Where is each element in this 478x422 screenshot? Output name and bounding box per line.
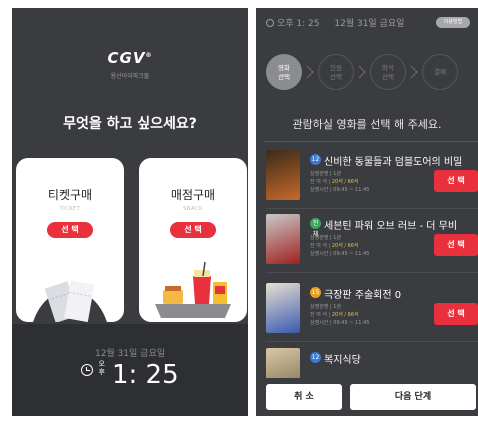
clock-icon <box>81 364 94 376</box>
movie-row[interactable]: 전체 세븐틴 파워 오브 러브 - 더 무비상영관명 | 1관 잔 여 석 | 20… <box>266 214 478 274</box>
age-rating-badge: 12 <box>310 352 321 363</box>
card-subtitle: TICKET <box>59 206 81 212</box>
snack-tray-icon <box>155 261 231 318</box>
ticket-select-button[interactable]: 선 택 <box>47 222 93 238</box>
age-rating-badge: 전체 <box>310 218 321 238</box>
movie-row[interactable]: 12 신비한 동물들과 덤블도어의 비밀상영관명 | 1관 잔 여 석 | 20석 … <box>266 150 478 210</box>
status-date: 12월 31일 금요일 <box>334 19 405 29</box>
movie-poster <box>266 150 300 200</box>
divider <box>266 208 478 209</box>
chevron-right-icon <box>306 65 314 79</box>
status-bar: 오후 1: 25 12월 31일 금요일 이용방법 <box>266 16 470 30</box>
theater-name: 용산아이파크몰 <box>110 73 150 80</box>
ticket-illustration-icon <box>33 280 107 322</box>
clock-panel: 12월 31일 금요일 오후 1: 25 <box>12 324 248 416</box>
current-date: 12월 31일 금요일 <box>94 349 166 359</box>
movie-info: 상영관명 | 1관 잔 여 석 | 20석 / 66석 상영시간 | 09:45 ~… <box>310 171 370 193</box>
time-value: 1: 25 <box>111 360 179 390</box>
chevron-right-icon <box>358 65 366 79</box>
movie-select-screen: 오후 1: 25 12월 31일 금요일 이용방법 영화 선택 인원 선택 좌석 선택… <box>256 8 478 416</box>
movie-poster <box>266 283 300 333</box>
help-button[interactable]: 이용방법 <box>436 17 470 28</box>
snack-purchase-card[interactable]: 매점구매 SNACK 선 택 <box>139 158 247 322</box>
movie-title: 복지식당 <box>324 355 361 366</box>
step-payment: 결제 <box>422 54 458 90</box>
card-title: 매점구매 <box>170 188 216 202</box>
movie-title: 세븐틴 파워 오브 러브 - 더 무비 <box>324 221 458 232</box>
movie-info: 상영관명 | 1관 잔 여 석 | 20석 / 66석 상영시간 | 09:45 ~… <box>310 304 370 326</box>
movie-select-button[interactable]: 선 택 <box>434 170 478 192</box>
chevron-right-icon <box>410 65 418 79</box>
movie-select-button[interactable]: 선 택 <box>434 303 478 325</box>
movie-title: 극장판 주술회전 0 <box>324 290 402 301</box>
movie-info: 상영관명 | 1관 잔 여 석 | 20석 / 66석 상영시간 | 09:45 ~… <box>310 235 370 257</box>
footer-actions: 취 소 다음 단계 <box>256 378 478 416</box>
step-seat: 좌석 선택 <box>370 54 406 90</box>
card-subtitle: SNACK <box>183 206 203 212</box>
movie-poster <box>266 214 300 264</box>
card-title: 티켓구매 <box>47 188 93 202</box>
step-movie: 영화 선택 <box>266 54 302 90</box>
step-people: 인원 선택 <box>318 54 354 90</box>
status-time: 오후 1: 25 <box>277 19 320 29</box>
divider <box>264 141 478 142</box>
age-rating-badge: 12 <box>310 154 321 165</box>
cgv-logo: CGV® <box>107 49 153 67</box>
home-screen: CGV® 용산아이파크몰 무엇을 하고 싶으세요? 티켓구매 TICKET 선 … <box>12 8 248 416</box>
divider <box>266 341 478 342</box>
next-step-button[interactable]: 다음 단계 <box>350 384 476 410</box>
movie-title: 신비한 동물들과 덤블도어의 비밀 <box>324 157 463 168</box>
snack-select-button[interactable]: 선 택 <box>170 222 216 238</box>
movie-select-button[interactable]: 선 택 <box>434 234 478 256</box>
prompt-question: 무엇을 하고 싶으세요? <box>63 116 197 132</box>
age-rating-badge: 15 <box>310 287 321 298</box>
cancel-button[interactable]: 취 소 <box>266 384 342 410</box>
ticket-purchase-card[interactable]: 티켓구매 TICKET 선 택 <box>16 158 124 322</box>
step-indicator: 영화 선택 인원 선택 좌석 선택 결제 <box>266 54 478 94</box>
movie-row[interactable]: 15 극장판 주술회전 0 상영관명 | 1관 잔 여 석 | 20석 / 66석 상영… <box>266 283 478 343</box>
clock-icon <box>266 19 274 27</box>
divider <box>266 272 478 273</box>
current-time: 오후 1: 25 <box>12 360 248 390</box>
select-movie-heading: 관람하실 영화를 선택 해 주세요. <box>292 118 442 131</box>
ampm-label: 오후 <box>98 360 105 376</box>
